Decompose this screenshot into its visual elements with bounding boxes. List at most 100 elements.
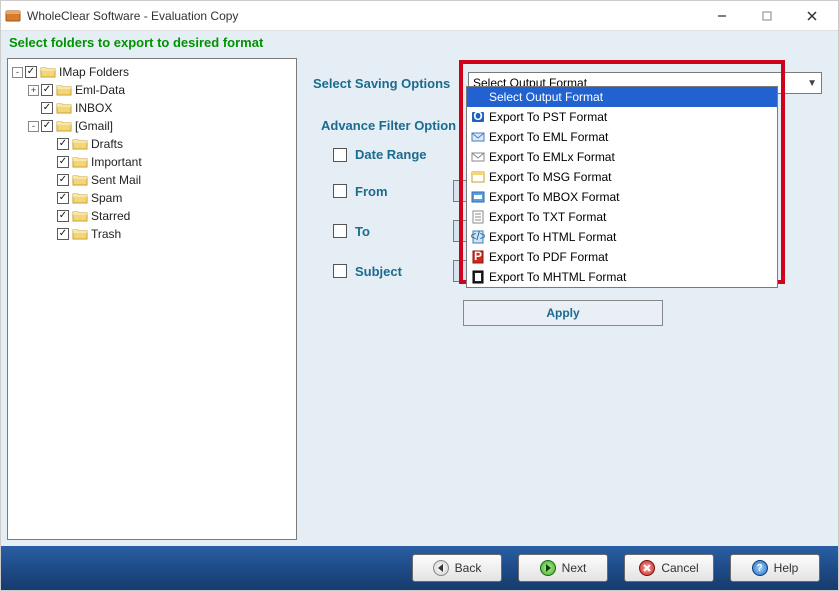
subject-checkbox[interactable] (333, 264, 347, 278)
options-panel: Select Saving Options Select Output Form… (307, 58, 832, 540)
pdf-icon: P (471, 250, 485, 264)
help-button[interactable]: ? Help (730, 554, 820, 582)
svg-text:O: O (473, 110, 482, 123)
date-range-checkbox[interactable] (333, 148, 347, 162)
help-icon: ? (752, 560, 768, 576)
tree-label: INBOX (75, 101, 112, 115)
tree-checkbox[interactable]: ✓ (57, 192, 69, 204)
saving-options-label: Select Saving Options (313, 76, 468, 91)
next-button[interactable]: Next (518, 554, 608, 582)
tree-checkbox[interactable]: ✓ (41, 84, 53, 96)
svg-text:</>: </> (471, 230, 485, 243)
subheader-text: Select folders to export to desired form… (9, 35, 263, 50)
close-button[interactable] (789, 2, 834, 30)
dropdown-option[interactable]: </>Export To HTML Format (467, 227, 777, 247)
tree-label: Spam (91, 191, 122, 205)
tree-label: Important (91, 155, 142, 169)
cancel-icon (639, 560, 655, 576)
collapse-icon[interactable]: - (12, 67, 23, 78)
from-checkbox[interactable] (333, 184, 347, 198)
tree-item[interactable]: -✓IMap Folders (10, 63, 294, 81)
tree-checkbox[interactable]: ✓ (57, 138, 69, 150)
window-title: WholeClear Software - Evaluation Copy (27, 9, 699, 23)
collapse-icon[interactable]: - (28, 121, 39, 132)
back-button[interactable]: Back (412, 554, 502, 582)
cancel-button[interactable]: Cancel (624, 554, 714, 582)
tree-label: Starred (91, 209, 130, 223)
expand-icon[interactable]: + (28, 85, 39, 96)
tree-item[interactable]: ✓Sent Mail (10, 171, 294, 189)
mhtml-icon (471, 270, 485, 284)
cancel-label: Cancel (661, 561, 698, 575)
folder-icon (56, 119, 72, 133)
main-area: -✓IMap Folders+✓Eml-Data✓INBOX-✓[Gmail]✓… (1, 54, 838, 546)
tree-item[interactable]: ✓ Spam (10, 189, 294, 207)
emlx-icon (471, 150, 485, 164)
output-format-dropdown[interactable]: Select Output Format O Export To PST Forma… (466, 86, 778, 288)
tree-label: Drafts (91, 137, 123, 151)
svg-text:P: P (474, 250, 482, 263)
from-label: From (355, 184, 445, 199)
dropdown-option[interactable]: Export To MSG Format (467, 167, 777, 187)
maximize-button[interactable] (744, 2, 789, 30)
subheader: Select folders to export to desired form… (1, 31, 838, 54)
tree-spacer (44, 193, 55, 204)
html-icon: </> (471, 230, 485, 244)
msg-icon (471, 170, 485, 184)
dropdown-option[interactable]: O Export To PST Format (467, 107, 777, 127)
tree-item[interactable]: ✓ Drafts (10, 135, 294, 153)
chevron-down-icon: ▼ (807, 78, 817, 89)
dropdown-option-label: Export To PDF Format (489, 250, 608, 264)
folder-icon (72, 173, 88, 187)
dropdown-option[interactable]: Export To MBOX Format (467, 187, 777, 207)
dropdown-option[interactable]: Export To EMLx Format (467, 147, 777, 167)
tree-checkbox[interactable]: ✓ (57, 210, 69, 222)
tree-label: [Gmail] (75, 119, 113, 133)
titlebar: WholeClear Software - Evaluation Copy (1, 1, 838, 31)
tree-label: Trash (91, 227, 121, 241)
dropdown-option-label: Export To PST Format (489, 110, 607, 124)
tree-item[interactable]: ✓ Important (10, 153, 294, 171)
tree-checkbox[interactable]: ✓ (41, 120, 53, 132)
tree-spacer (28, 103, 39, 114)
dropdown-option-label: Select Output Format (489, 90, 603, 104)
dropdown-option[interactable]: Export To TXT Format (467, 207, 777, 227)
txt-icon (471, 210, 485, 224)
tree-label: Eml-Data (75, 83, 125, 97)
tree-checkbox[interactable]: ✓ (41, 102, 53, 114)
eml-icon (471, 130, 485, 144)
dropdown-option-label: Export To MHTML Format (489, 270, 626, 284)
close-icon (807, 11, 817, 21)
tree-checkbox[interactable]: ✓ (57, 156, 69, 168)
tree-spacer (44, 157, 55, 168)
tree-item[interactable]: ✓ Starred (10, 207, 294, 225)
tree-spacer (44, 139, 55, 150)
dropdown-option-label: Export To TXT Format (489, 210, 606, 224)
dropdown-option[interactable]: Export To EML Format (467, 127, 777, 147)
folder-tree[interactable]: -✓IMap Folders+✓Eml-Data✓INBOX-✓[Gmail]✓… (7, 58, 297, 540)
folder-icon (72, 227, 88, 241)
mbox-icon (471, 190, 485, 204)
dropdown-option[interactable]: Select Output Format (467, 87, 777, 107)
app-icon (5, 8, 21, 24)
to-checkbox[interactable] (333, 224, 347, 238)
folder-icon (72, 209, 88, 223)
maximize-icon (762, 11, 772, 21)
minimize-button[interactable] (699, 2, 744, 30)
tree-item[interactable]: ✓ INBOX (10, 99, 294, 117)
apply-button[interactable]: Apply (463, 300, 663, 326)
back-icon (433, 560, 449, 576)
date-range-label: Date Range (355, 147, 445, 162)
help-label: Help (774, 561, 799, 575)
dropdown-option[interactable]: P Export To PDF Format (467, 247, 777, 267)
to-label: To (355, 224, 445, 239)
dropdown-option[interactable]: Export To MHTML Format (467, 267, 777, 287)
tree-checkbox[interactable]: ✓ (25, 66, 37, 78)
tree-spacer (44, 229, 55, 240)
tree-checkbox[interactable]: ✓ (57, 174, 69, 186)
tree-item[interactable]: +✓ Eml-Data (10, 81, 294, 99)
tree-item[interactable]: ✓ Trash (10, 225, 294, 243)
folder-icon (72, 191, 88, 205)
tree-checkbox[interactable]: ✓ (57, 228, 69, 240)
tree-item[interactable]: -✓ [Gmail] (10, 117, 294, 135)
